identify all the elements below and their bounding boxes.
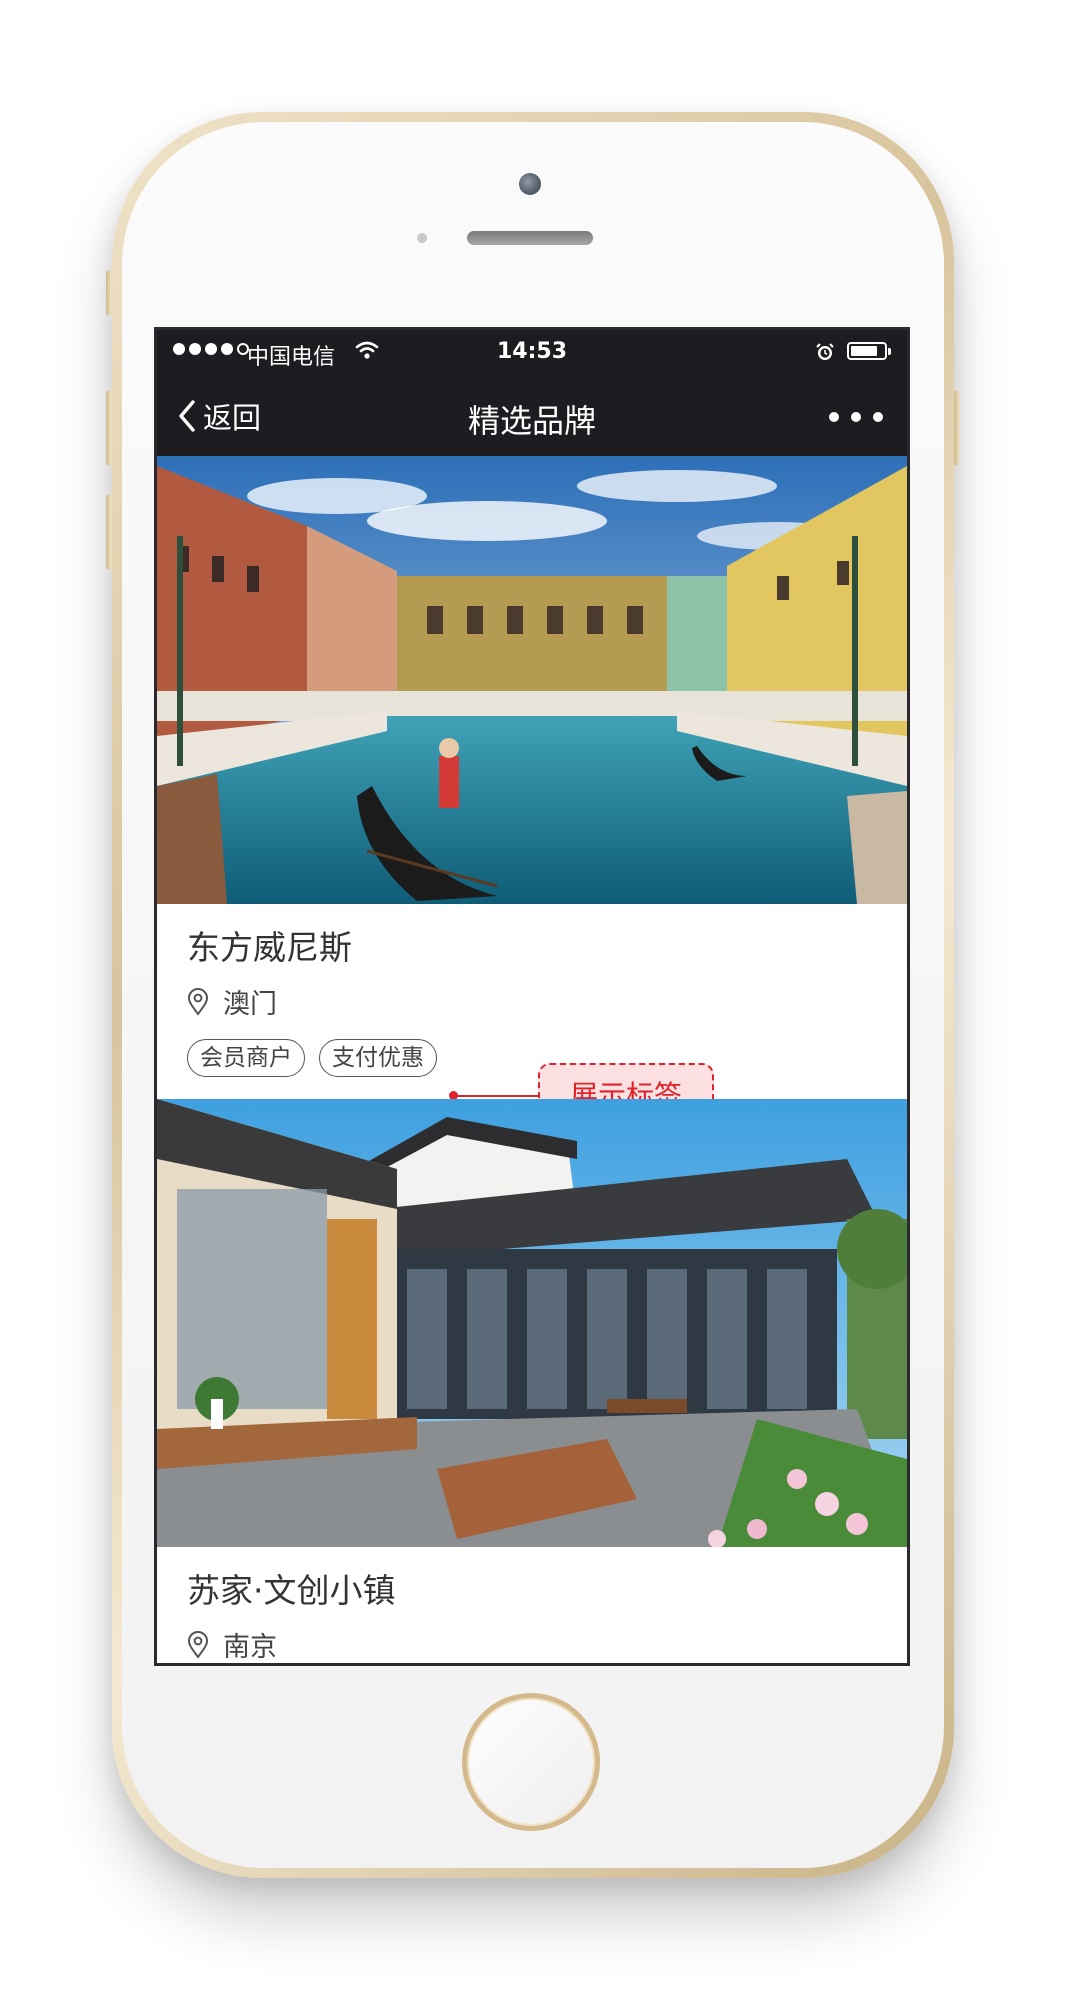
- brand-card-sujia[interactable]: 苏家·文创小镇 南京: [157, 1099, 907, 1663]
- page-title: 精选品牌: [467, 402, 596, 440]
- status-bar: 中国电信 14:53: [157, 330, 907, 376]
- more-dots-icon: [829, 412, 839, 422]
- volume-up-button: [106, 390, 112, 466]
- brand-tags: 会员商户 支付优惠: [187, 1039, 877, 1077]
- front-camera: [519, 173, 541, 195]
- brand-card-venetian[interactable]: 东方威尼斯 澳门 会员商户 支付优惠 展示标签: [157, 456, 907, 1129]
- location-pin-icon: [187, 1630, 209, 1659]
- mute-switch: [106, 270, 112, 316]
- battery-icon: [847, 342, 891, 360]
- tag-member-merchant: 会员商户: [187, 1039, 305, 1077]
- mockup-stage: 中国电信 14:53 返回 精选品牌 东方威尼斯 澳门 会员商户 支付优惠 展示…: [0, 0, 1066, 1997]
- brand-photo: [157, 1099, 907, 1547]
- proximity-sensor: [417, 233, 427, 243]
- brand-name: 东方威尼斯: [187, 928, 352, 967]
- brand-name: 苏家·文创小镇: [187, 1571, 396, 1610]
- earpiece-speaker: [467, 231, 593, 245]
- battery-level: [851, 346, 877, 356]
- location-text: 澳门: [223, 989, 277, 1020]
- brand-location: 澳门: [187, 982, 877, 1021]
- location-text: 南京: [223, 1632, 277, 1663]
- tag-payment-discount: 支付优惠: [319, 1039, 437, 1077]
- brand-list: 东方威尼斯 澳门 会员商户 支付优惠 展示标签 苏家·文创小镇 南京: [157, 456, 907, 1663]
- brand-location: 南京: [187, 1625, 877, 1663]
- annotation-line: [456, 1095, 540, 1097]
- phone-screen: 中国电信 14:53 返回 精选品牌 东方威尼斯 澳门 会员商户 支付优惠 展示…: [154, 327, 910, 1666]
- alarm-icon: [816, 343, 834, 360]
- brand-photo: [157, 456, 907, 904]
- volume-down-button: [106, 494, 112, 570]
- more-button[interactable]: [829, 402, 883, 432]
- brand-info: 东方威尼斯 澳门 会员商户 支付优惠 展示标签: [157, 904, 907, 1129]
- location-pin-icon: [187, 987, 209, 1016]
- navigation-bar: 返回 精选品牌: [157, 376, 907, 456]
- brand-info: 苏家·文创小镇 南京: [157, 1547, 907, 1663]
- power-button: [954, 390, 960, 466]
- status-time: 14:53: [496, 339, 568, 364]
- home-button[interactable]: [462, 1693, 600, 1831]
